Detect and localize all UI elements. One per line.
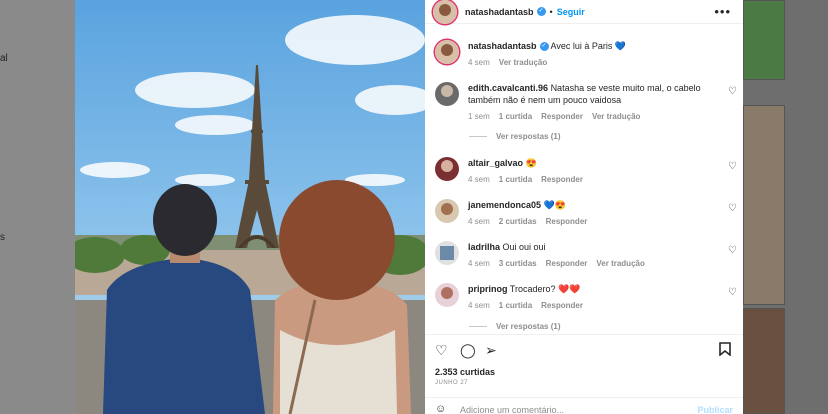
verified-badge-icon: ✓ [536,7,546,16]
comment-item: altair_galvao 😍 4 sem 1 curtida Responde… [435,157,733,184]
separator-dot: • [549,6,553,17]
caption-time: 4 sem [468,58,490,67]
see-translation-link[interactable]: Ver tradução [499,58,547,67]
commenter-avatar[interactable] [435,283,459,307]
follow-button[interactable]: Seguir [557,7,585,17]
view-replies-link[interactable]: Ver respostas (1) [469,132,560,141]
comment-likes[interactable]: 1 curtida [499,175,532,184]
post-header: natashadantasb ✓ • Seguir ••• [425,0,743,24]
add-comment-bar: ☺ Adicione um comentário... Publicar [425,397,743,414]
commenter-avatar[interactable] [435,82,459,106]
post-actions-bar: ♡ ◯ ➢ [425,334,743,365]
publish-button[interactable]: Publicar [697,405,733,414]
view-replies-link[interactable]: Ver respostas (1) [469,322,560,331]
author-avatar[interactable] [435,40,459,64]
replies-divider [469,326,487,327]
replies-divider [469,136,487,137]
comment-input[interactable]: Adicione um comentário... [460,405,564,414]
reply-button[interactable]: Responder [541,301,583,310]
comment-text: Oui oui oui [502,242,546,252]
background-thumbnail [743,308,785,414]
comment-username[interactable]: janemendonca05 [468,200,541,210]
comment-likes[interactable]: 1 curtida [499,301,532,310]
like-heart-icon[interactable]: ♡ [435,342,448,359]
author-avatar[interactable] [433,0,457,24]
view-replies-label: Ver respostas (1) [496,132,561,141]
background-text-fragment: s [0,232,5,243]
comment-likes[interactable]: 3 curtidas [499,259,537,268]
comment-item: janemendonca05 💙😍 4 sem 2 curtidas Respo… [435,199,733,226]
like-comment-heart-icon[interactable]: ♡ [728,245,737,256]
emoji-smiley-icon[interactable]: ☺ [435,403,446,414]
background-page-left: al s [0,0,75,414]
comment-username[interactable]: ladrilha [468,242,500,252]
background-page-right [743,0,828,414]
like-comment-heart-icon[interactable]: ♡ [728,203,737,214]
reply-button[interactable]: Responder [541,175,583,184]
background-text-fragment: al [0,53,8,64]
more-options-icon[interactable]: ••• [714,4,731,19]
background-thumbnail [743,105,785,305]
post-date: JUNHO 27 [435,380,469,386]
comment-time: 4 sem [468,301,490,310]
share-send-icon[interactable]: ➢ [485,342,497,359]
caption-username[interactable]: natashadantasb [468,41,537,51]
reply-button[interactable]: Responder [541,112,583,121]
post-caption: natashadantasb ✓ Avec lui à Paris 💙 4 sem… [435,40,733,67]
comment-username[interactable]: priprinog [468,284,508,294]
like-comment-heart-icon[interactable]: ♡ [728,287,737,298]
caption-text: Avec lui à Paris 💙 [550,41,627,51]
comment-time: 4 sem [468,175,490,184]
author-username[interactable]: natashadantasb [465,7,534,17]
comment-time: 4 sem [468,217,490,226]
comment-item: priprinog Trocadero? ❤️❤️ 4 sem 1 curtid… [435,283,733,310]
comment-text: 💙😍 [543,200,566,210]
post-details-panel: natashadantasb ✓ • Seguir ••• natashadan… [425,0,743,414]
comment-username[interactable]: edith.cavalcanti.96 [468,83,548,93]
comment-text: 😍 [525,158,537,168]
comment-bubble-icon[interactable]: ◯ [460,342,476,359]
save-bookmark-icon[interactable] [719,342,731,359]
like-comment-heart-icon[interactable]: ♡ [728,86,737,97]
comment-time: 4 sem [468,259,490,268]
post-photo[interactable] [75,0,425,414]
commenter-avatar[interactable] [435,199,459,223]
commenter-avatar[interactable] [435,157,459,181]
background-thumbnail [743,0,785,80]
comment-item: edith.cavalcanti.96 Natasha se veste mui… [435,82,733,121]
comment-time: 1 sem [468,112,490,121]
see-translation-link[interactable]: Ver tradução [596,259,644,268]
comment-likes[interactable]: 1 curtida [499,112,532,121]
comment-text: Trocadero? ❤️❤️ [509,284,581,294]
like-comment-heart-icon[interactable]: ♡ [728,161,737,172]
comment-username[interactable]: altair_galvao [468,158,523,168]
see-translation-link[interactable]: Ver tradução [592,112,640,121]
reply-button[interactable]: Responder [546,259,588,268]
commenter-avatar[interactable] [435,241,459,265]
verified-badge-icon: ✓ [539,42,549,52]
view-replies-label: Ver respostas (1) [496,322,561,331]
reply-button[interactable]: Responder [546,217,588,226]
likes-count[interactable]: 2.353 curtidas [435,367,495,377]
comment-item: ladrilha Oui oui oui 4 sem 3 curtidas Re… [435,241,733,268]
comment-likes[interactable]: 2 curtidas [499,217,537,226]
